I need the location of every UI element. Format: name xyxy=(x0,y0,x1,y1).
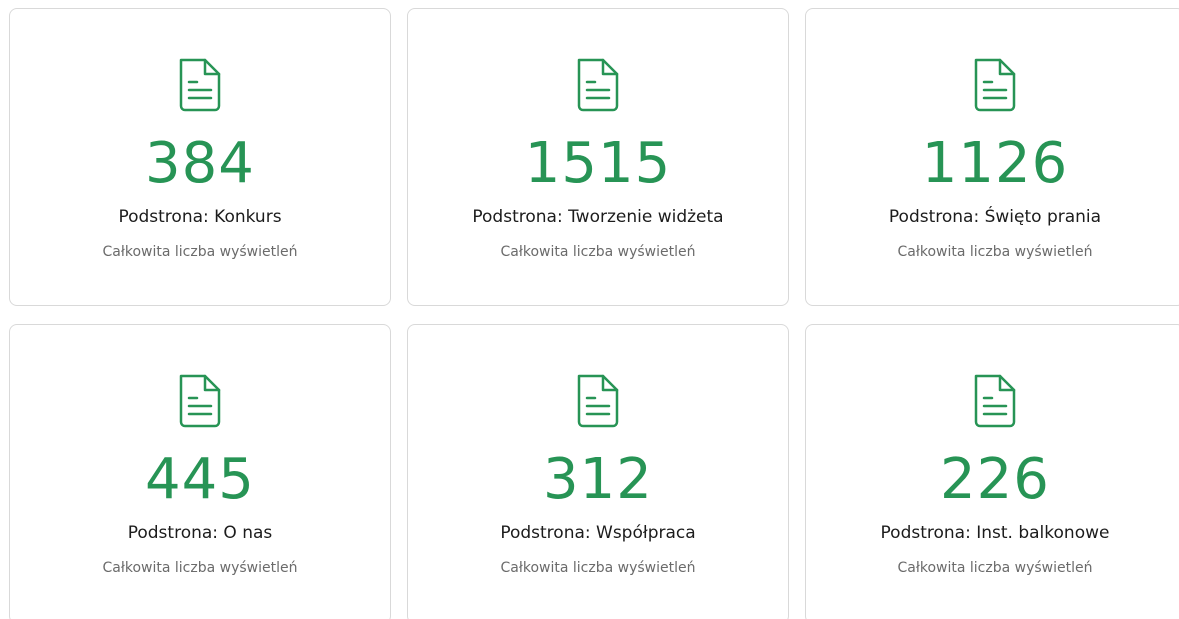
document-icon xyxy=(573,54,623,114)
stat-count: 1515 xyxy=(524,131,672,196)
stat-subtitle: Całkowita liczba wyświetleń xyxy=(102,244,298,260)
stat-title: Podstrona: Inst. balkonowe xyxy=(880,523,1110,543)
stat-count: 445 xyxy=(145,447,255,512)
stat-subtitle: Całkowita liczba wyświetleń xyxy=(897,244,1093,260)
stat-card-inst-balkonowe: 226 Podstrona: Inst. balkonowe Całkowita… xyxy=(805,324,1179,619)
stat-subtitle: Całkowita liczba wyświetleń xyxy=(500,560,696,576)
stat-title: Podstrona: O nas xyxy=(127,523,273,543)
stat-card-tworzenie-widzeta: 1515 Podstrona: Tworzenie widżeta Całkow… xyxy=(407,8,789,306)
stat-count: 312 xyxy=(543,447,653,512)
stats-grid: 384 Podstrona: Konkurs Całkowita liczba … xyxy=(0,0,1179,619)
stat-title: Podstrona: Konkurs xyxy=(118,207,282,227)
stat-subtitle: Całkowita liczba wyświetleń xyxy=(500,244,696,260)
stat-title: Podstrona: Współpraca xyxy=(500,523,696,543)
stat-count: 1126 xyxy=(921,131,1069,196)
stat-count: 384 xyxy=(145,131,255,196)
stat-count: 226 xyxy=(940,447,1050,512)
document-icon xyxy=(970,54,1020,114)
stat-card-wspolpraca: 312 Podstrona: Współpraca Całkowita licz… xyxy=(407,324,789,619)
stat-title: Podstrona: Święto prania xyxy=(888,207,1102,227)
stat-subtitle: Całkowita liczba wyświetleń xyxy=(897,560,1093,576)
stat-card-konkurs: 384 Podstrona: Konkurs Całkowita liczba … xyxy=(9,8,391,306)
stat-card-swieto-prania: 1126 Podstrona: Święto prania Całkowita … xyxy=(805,8,1179,306)
stat-title: Podstrona: Tworzenie widżeta xyxy=(472,207,724,227)
stat-subtitle: Całkowita liczba wyświetleń xyxy=(102,560,298,576)
document-icon xyxy=(175,54,225,114)
document-icon xyxy=(175,370,225,430)
stat-card-o-nas: 445 Podstrona: O nas Całkowita liczba wy… xyxy=(9,324,391,619)
document-icon xyxy=(573,370,623,430)
document-icon xyxy=(970,370,1020,430)
